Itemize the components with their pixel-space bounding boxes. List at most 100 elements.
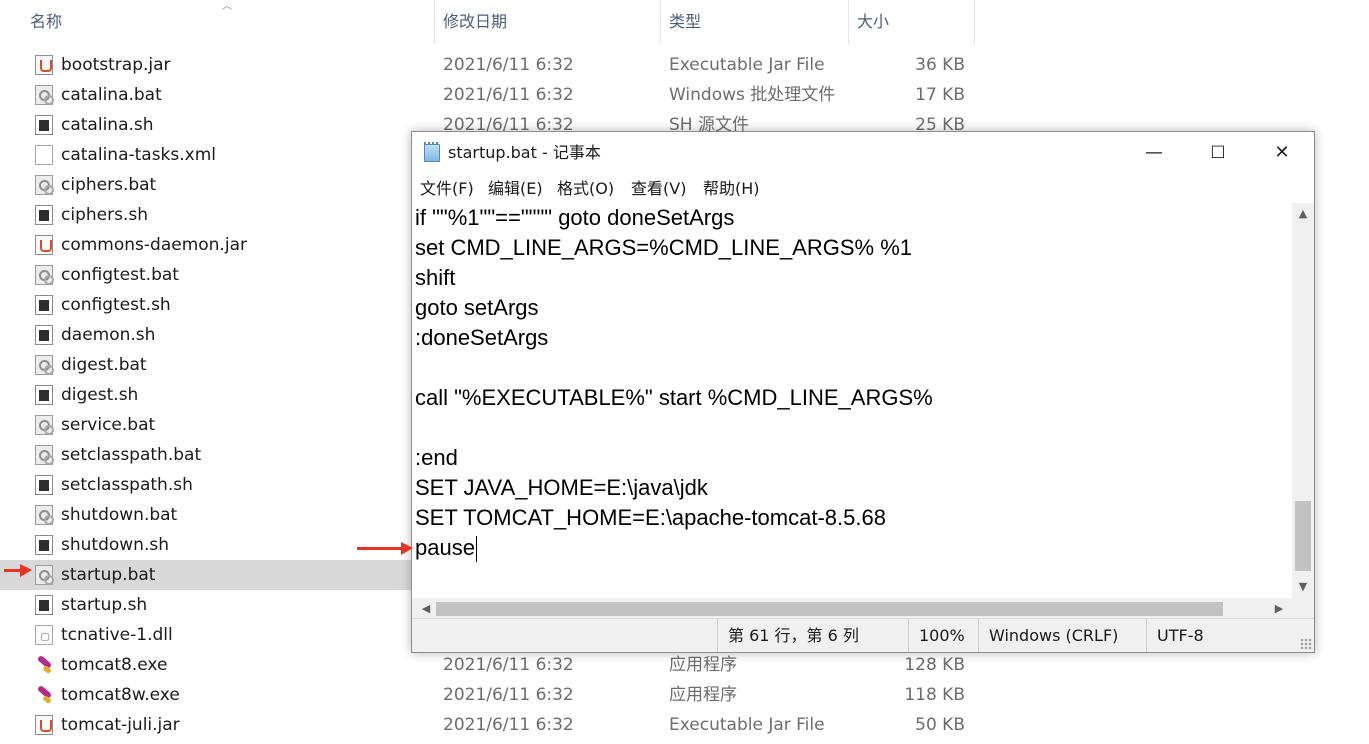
file-row[interactable]: tomcat8w.exe 2021/6/11 6:32 应用程序 118 KB [0,680,975,710]
text-line-content: set CMD_LINE_ARGS=%CMD_LINE_ARGS% %1 [415,235,912,260]
menu-help[interactable]: 帮助(H) [703,175,760,203]
text-line-content: shift [415,265,456,290]
scroll-left-icon[interactable]: ◀ [415,598,437,620]
file-size: 118 KB [904,685,965,705]
file-date: 2021/6/11 6:32 [443,685,574,705]
file-name: tomcat8.exe [61,655,168,675]
file-size: 36 KB [915,55,965,75]
batch-file-icon [35,565,54,585]
file-name: bootstrap.jar [61,55,171,75]
menu-edit[interactable]: 编辑(E) [488,175,543,203]
text-editor[interactable]: if ""%1""=="""" goto doneSetArgs set CMD_… [415,203,1291,598]
shell-file-icon [35,475,53,495]
column-header-date[interactable]: 修改日期 [435,0,661,44]
shell-file-icon [35,325,53,345]
file-type: Executable Jar File [669,715,825,735]
text-line-content: if ""%1""=="""" goto doneSetArgs [415,205,735,230]
text-line: goto setArgs [415,293,1291,323]
batch-file-icon [35,415,54,435]
minimize-button[interactable]: — [1122,132,1186,174]
file-name: catalina.sh [61,115,154,135]
file-name: ciphers.bat [61,175,157,195]
xml-file-icon [35,145,53,165]
status-zoom: 100% [908,619,978,652]
text-line: if ""%1""=="""" goto doneSetArgs [415,203,1291,233]
file-type: Executable Jar File [669,55,825,75]
status-encoding: UTF-8 [1146,619,1314,652]
scroll-right-icon[interactable]: ▶ [1268,598,1290,620]
text-line: :doneSetArgs [415,323,1291,353]
maximize-button[interactable]: ☐ [1186,132,1250,174]
menu-view[interactable]: 查看(V) [631,175,686,203]
file-row[interactable]: catalina.bat 2021/6/11 6:32 Windows 批处理文件 1… [0,80,975,110]
file-type: Windows 批处理文件 [669,85,836,105]
file-name: daemon.sh [61,325,156,345]
file-size: 17 KB [915,85,965,105]
text-line-content: SET TOMCAT_HOME=E:\apache-tomcat-8.5.68 [415,505,886,530]
text-caret [475,536,477,563]
shell-file-icon [35,385,53,405]
scroll-down-icon[interactable]: ▼ [1292,576,1314,598]
scroll-up-icon[interactable]: ▲ [1292,203,1314,225]
text-line-content: pause [415,535,475,560]
file-name: tcnative-1.dll [61,625,173,645]
exe-file-icon [35,685,53,705]
text-line: :end [415,443,1291,473]
status-line-ending: Windows (CRLF) [978,619,1146,652]
column-header-date-label: 修改日期 [443,12,508,31]
file-name: catalina-tasks.xml [61,145,217,165]
menu-file[interactable]: 文件(F) [420,175,474,203]
status-cursor-position: 第 61 行，第 6 列 [717,619,908,652]
red-arrow-icon [357,542,413,555]
shell-file-icon [35,535,53,555]
file-name: service.bat [61,415,156,435]
text-line-content: :end [415,445,458,470]
vertical-scrollbar[interactable]: ▲ ▼ [1292,203,1314,598]
horizontal-scroll-thumb[interactable] [436,602,1223,616]
file-name: setclasspath.sh [61,475,193,495]
shell-file-icon [35,295,53,315]
column-header-type[interactable]: 类型 [661,0,849,44]
file-size: 50 KB [915,715,965,735]
text-line-content: SET JAVA_HOME=E:\java\jdk [415,475,708,500]
column-header-name[interactable]: 名称 [22,0,435,44]
column-header-name-label: 名称 [30,12,63,31]
file-date: 2021/6/11 6:32 [443,55,574,75]
file-list-header: ︿ 名称 修改日期 类型 大小 [0,0,975,44]
file-name: tomcat-juli.jar [61,715,180,735]
jar-file-icon [35,235,53,255]
file-name: configtest.sh [61,295,171,315]
batch-file-icon [35,85,54,105]
file-name: startup.bat [61,565,156,585]
notepad-window: startup.bat - 记事本 — ☐ ✕ 文件(F) 编辑(E) 格式(O… [411,131,1315,653]
jar-file-icon [35,715,53,735]
file-row[interactable]: bootstrap.jar 2021/6/11 6:32 Executable Ja… [0,50,975,80]
dll-file-icon [35,625,53,645]
file-name: digest.sh [61,385,139,405]
file-name: startup.sh [61,595,148,615]
close-button[interactable]: ✕ [1250,132,1314,174]
batch-file-icon [35,355,54,375]
file-row[interactable]: tomcat-juli.jar 2021/6/11 6:32 Executable … [0,710,975,740]
column-header-size-label: 大小 [857,12,890,31]
menu-format[interactable]: 格式(O) [557,175,614,203]
horizontal-scrollbar[interactable]: ◀ ▶ [412,598,1292,620]
title-bar[interactable]: startup.bat - 记事本 — ☐ ✕ [412,132,1314,174]
text-line: pause [415,533,1291,563]
text-line: call "%EXECUTABLE%" start %CMD_LINE_ARGS… [415,383,1291,413]
vertical-scroll-thumb[interactable] [1295,501,1311,571]
resize-grip-icon[interactable] [1300,638,1312,650]
file-name: catalina.bat [61,85,162,105]
file-name: setclasspath.bat [61,445,202,465]
jar-file-icon [35,55,53,75]
file-name: ciphers.sh [61,205,148,225]
column-header-type-label: 类型 [669,12,702,31]
shell-file-icon [35,205,53,225]
status-bar: 第 61 行，第 6 列 100% Windows (CRLF) UTF-8 [412,618,1314,652]
file-size: 128 KB [904,655,965,675]
notepad-icon [424,142,440,162]
shell-file-icon [35,115,53,135]
column-header-size[interactable]: 大小 [849,0,975,44]
file-row[interactable]: tomcat8.exe 2021/6/11 6:32 应用程序 128 KB [0,650,975,680]
text-line [415,353,1291,383]
